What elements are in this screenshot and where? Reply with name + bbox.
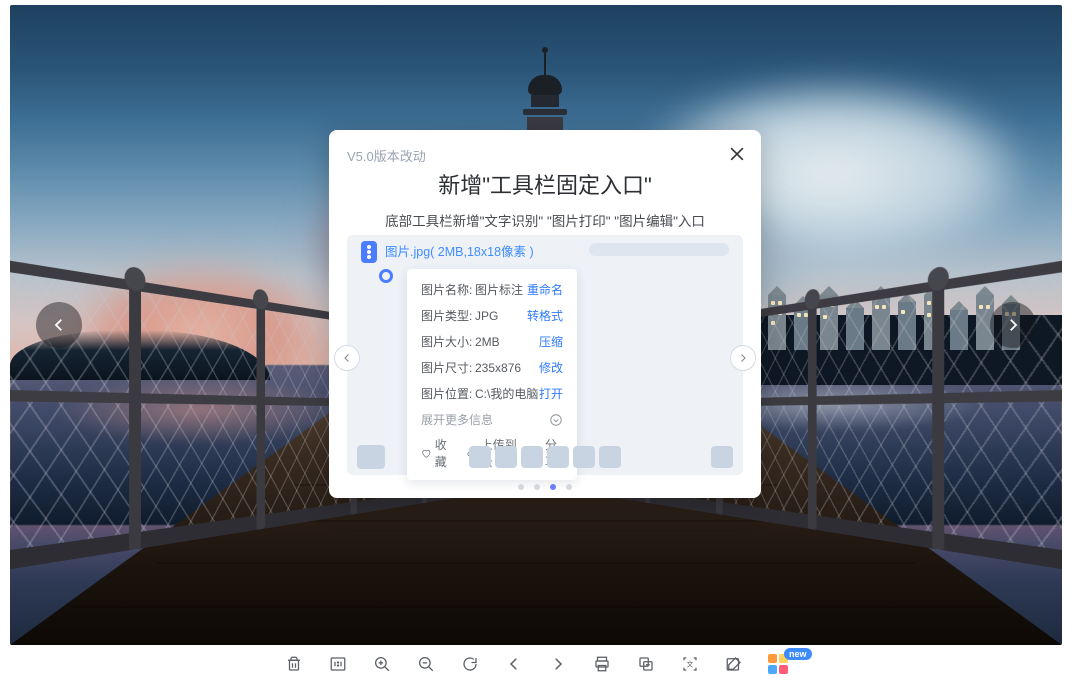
viewer-next-button[interactable] — [990, 302, 1036, 348]
info-size-key: 图片大小: — [421, 333, 475, 350]
thumbnail[interactable] — [521, 446, 543, 468]
changelog-modal: V5.0版本改动 新增"工具栏固定入口" 底部工具栏新增"文字识别" "图片打印… — [329, 130, 761, 498]
rotate-button[interactable] — [460, 654, 480, 674]
page-dot[interactable] — [566, 484, 572, 490]
zoom-in-button[interactable] — [372, 654, 392, 674]
bottom-toolbar: 文 new — [0, 645, 1072, 683]
info-type-key: 图片类型: — [421, 307, 475, 324]
page-dot[interactable] — [518, 484, 524, 490]
zoom-in-icon — [373, 655, 391, 673]
ocr-copy-button[interactable] — [636, 654, 656, 674]
rename-link[interactable]: 重命名 — [527, 281, 563, 298]
placeholder-pill — [589, 243, 729, 256]
preview-next-button[interactable] — [730, 345, 756, 371]
viewer-prev-button[interactable] — [36, 302, 82, 348]
rotate-icon — [461, 655, 479, 673]
zoom-out-icon — [417, 655, 435, 673]
info-name-key: 图片名称: — [421, 281, 475, 298]
trash-icon — [285, 655, 303, 673]
cursor-indicator-icon — [379, 269, 393, 283]
one-to-one-icon — [329, 655, 347, 673]
thumbnail[interactable] — [547, 446, 569, 468]
info-dim-key: 图片尺寸: — [421, 359, 475, 376]
ocr-detect-button[interactable]: 文 — [680, 654, 700, 674]
version-label: V5.0版本改动 — [347, 146, 426, 165]
thumbnail-strip — [347, 445, 743, 469]
delete-button[interactable] — [284, 654, 304, 674]
info-type-val: JPG — [475, 309, 527, 323]
page-dot-active[interactable] — [550, 484, 556, 490]
new-badge: new — [784, 648, 812, 660]
thumbnail[interactable] — [573, 446, 595, 468]
thumbnail[interactable] — [711, 446, 733, 468]
actual-size-button[interactable] — [328, 654, 348, 674]
convert-link[interactable]: 转格式 — [527, 307, 563, 324]
info-dim-val: 235x876 — [475, 361, 539, 375]
chevron-right-icon — [549, 655, 567, 673]
scan-text-icon: 文 — [681, 655, 699, 673]
modal-subtitle: 底部工具栏新增"文字识别" "图片打印" "图片编辑"入口 — [329, 210, 761, 230]
edit-button[interactable] — [724, 654, 744, 674]
resize-link[interactable]: 修改 — [539, 359, 563, 376]
apps-button[interactable]: new — [768, 654, 788, 674]
print-button[interactable] — [592, 654, 612, 674]
svg-text:文: 文 — [687, 659, 694, 668]
page-dot[interactable] — [534, 484, 540, 490]
modal-pager — [329, 484, 761, 490]
open-link[interactable]: 打开 — [539, 385, 563, 402]
chevron-left-icon — [505, 655, 523, 673]
thumbnail[interactable] — [357, 445, 385, 469]
info-size-val: 2MB — [475, 335, 539, 349]
printer-icon — [593, 655, 611, 673]
info-loc-val: C:\我的电脑 — [475, 385, 539, 402]
menu-dots-icon — [361, 241, 377, 263]
chevron-down-icon — [549, 413, 563, 427]
thumbnail[interactable] — [495, 446, 517, 468]
preview-mockup: 图片.jpg( 2MB,18x18像素 ) 图片名称:图片标注重命名 图片类型:… — [347, 235, 743, 475]
thumbnail[interactable] — [599, 446, 621, 468]
info-name-val: 图片标注 — [475, 281, 527, 298]
expand-more-button[interactable]: 展开更多信息 — [421, 411, 563, 428]
info-loc-key: 图片位置: — [421, 385, 475, 402]
close-button[interactable] — [727, 144, 747, 169]
preview-filename: 图片.jpg( 2MB,18x18像素 ) — [385, 241, 534, 260]
thumbnail[interactable] — [469, 446, 491, 468]
next-image-button[interactable] — [548, 654, 568, 674]
edit-icon — [725, 655, 743, 673]
expand-label: 展开更多信息 — [421, 411, 493, 428]
prev-image-button[interactable] — [504, 654, 524, 674]
modal-title: 新增"工具栏固定入口" — [329, 168, 761, 200]
copy-ocr-icon — [637, 655, 655, 673]
compress-link[interactable]: 压缩 — [539, 333, 563, 350]
preview-prev-button[interactable] — [334, 345, 360, 371]
zoom-out-button[interactable] — [416, 654, 436, 674]
